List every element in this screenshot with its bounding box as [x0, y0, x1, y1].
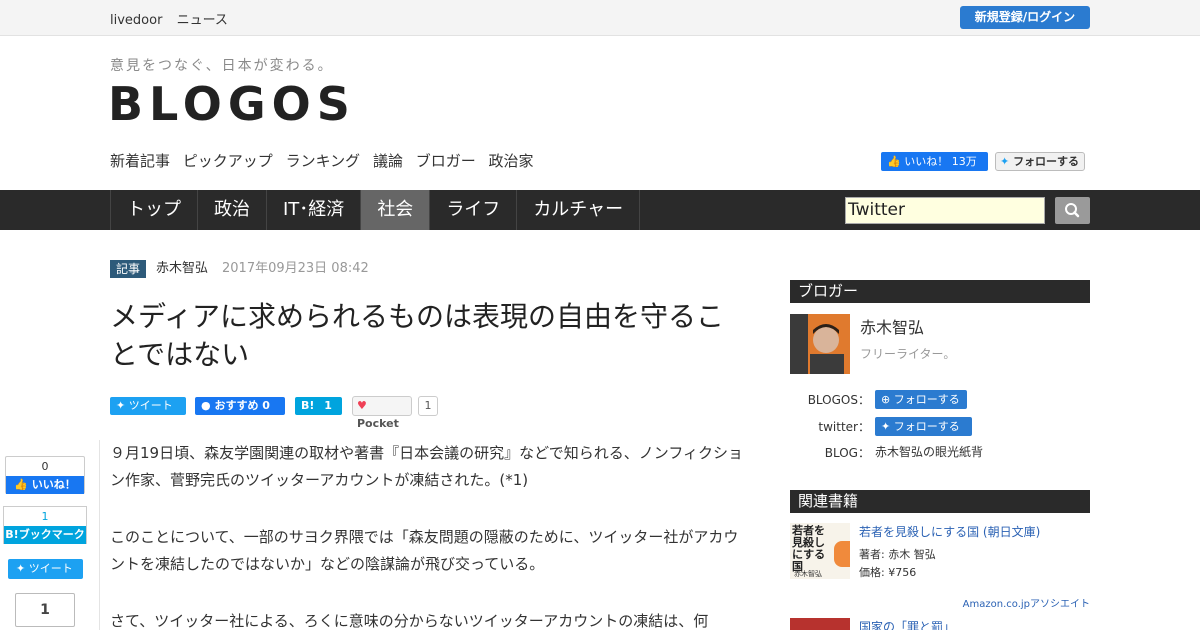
tab-society[interactable]: 社会	[361, 190, 431, 230]
sidebar-blogger-heading: ブロガー	[790, 280, 1090, 303]
fb-like-label: 👍 いいね！	[6, 476, 84, 494]
article-paragraph: このことについて、一部のサヨク界隈では「森友問題の隠蔽のために、ツイッター社がア…	[110, 528, 739, 573]
livedoor-brand[interactable]: livedoor ニュース	[110, 9, 238, 28]
fb-like-count: 0	[41, 460, 49, 473]
article-paragraph: ９月19日頃、森友学園関連の取材や著書『日本会議の研究』などで知られる、ノンフィ…	[110, 444, 744, 489]
top-bar: livedoor ニュース 新規登録/ログイン	[0, 0, 1200, 36]
blog-link[interactable]: 赤木智弘の眼光紙背	[875, 443, 983, 460]
search-icon	[1065, 203, 1080, 218]
tab-it-economy[interactable]: IT･経済	[267, 190, 362, 230]
facebook-like-button[interactable]: 👍 いいね！ 13万	[881, 152, 988, 171]
share-pocket-label: Pocket	[357, 417, 399, 430]
share-tweet-label: ツイート	[128, 399, 173, 412]
floating-tweet-button[interactable]: ✦ ツイート	[8, 559, 83, 579]
hatena-icon: B!	[5, 528, 19, 541]
subnav-item-debate[interactable]: 議論	[373, 152, 403, 170]
book-cover-title: 若者を見殺しにする国	[792, 524, 826, 573]
book-title-link[interactable]: 国家の「罪と罰」	[859, 618, 955, 630]
subnav-item-ranking[interactable]: ランキング	[286, 152, 361, 170]
twitter-bird-icon: ✦	[116, 399, 126, 412]
share-hatena-button[interactable]: B! 1	[295, 397, 342, 415]
blogger-description: フリーライター。	[860, 347, 956, 361]
floating-hatena-bookmark[interactable]: 1 B!ブックマーク	[3, 506, 87, 544]
share-fb-label: おすすめ 0	[214, 399, 270, 412]
search-input[interactable]: Twitter	[845, 197, 1045, 224]
twitter-follow-label: フォローする	[893, 420, 960, 433]
brand-section: ニュース	[176, 13, 228, 28]
site-tagline: 意見をつなぐ、日本が変わる。	[110, 58, 334, 74]
content-divider	[99, 440, 100, 630]
blogger-name[interactable]: 赤木智弘	[860, 314, 924, 338]
category-badge[interactable]: 記事	[110, 260, 147, 278]
share-pocket-button[interactable]: ♥ Pocket	[352, 396, 412, 430]
amazon-associate-link[interactable]: Amazon.co.jpアソシエイト	[930, 595, 1090, 610]
book-cover-decoration	[834, 541, 850, 567]
article-date: 2017年09月23日 08:42	[222, 261, 369, 276]
thumbs-up-icon: 👍	[14, 478, 28, 491]
subnav-item-politician[interactable]: 政治家	[489, 152, 534, 170]
tab-life[interactable]: ライフ	[430, 190, 518, 230]
blog-label: BLOG：	[824, 446, 870, 460]
floating-pocket-count[interactable]: 1	[15, 593, 75, 627]
tab-politics[interactable]: 政治	[198, 190, 267, 230]
plus-circle-icon: ⊕	[881, 393, 891, 406]
site-logo[interactable]: BLOGOS	[108, 76, 356, 132]
search-button[interactable]	[1055, 197, 1090, 224]
book-author: 著者: 赤木 智弘	[859, 548, 936, 561]
pocket-count: 1	[418, 396, 438, 416]
article-author[interactable]: 赤木智弘	[156, 260, 208, 278]
subnav-item-new[interactable]: 新着記事	[110, 152, 170, 170]
avatar-image	[790, 314, 850, 374]
share-facebook-button[interactable]: ● おすすめ 0	[195, 397, 285, 415]
share-tweet-button[interactable]: ✦ ツイート	[110, 397, 186, 415]
fb-like-label: いいね！ 13万	[904, 155, 977, 168]
hatena-label: B!ブックマーク	[4, 526, 86, 544]
tab-top[interactable]: トップ	[110, 190, 198, 230]
twitter-bird-icon: ✦	[881, 420, 891, 433]
twitter-bird-icon: ✦	[1000, 155, 1010, 168]
twitter-follow-button[interactable]: ✦ フォローする	[995, 152, 1085, 171]
sub-navigation: 新着記事 ピックアップ ランキング 議論 ブロガー 政治家	[110, 150, 542, 171]
login-button[interactable]: 新規登録/ログイン	[960, 6, 1090, 29]
brand-name: livedoor	[110, 13, 163, 28]
book-cover[interactable]	[790, 618, 850, 630]
pocket-icon: ♥	[357, 399, 367, 412]
book-title-link[interactable]: 若者を見殺しにする国 (朝日文庫)	[859, 523, 1040, 540]
blogos-label: BLOGOS：	[807, 393, 870, 407]
fb-like-text: いいね！	[31, 478, 76, 491]
hatena-text: ブックマーク	[18, 528, 85, 541]
article-paragraph: さて、ツイッター社による、ろくに意味の分からないツイッターアカウントの凍結は、何	[110, 612, 709, 630]
subnav-item-pickup[interactable]: ピックアップ	[183, 152, 273, 170]
twitter-follow-sidebar-button[interactable]: ✦ フォローする	[875, 417, 972, 436]
thumbs-up-icon: 👍	[887, 155, 901, 168]
article-title: メディアに求められるものは表現の自由を守ることではない	[110, 300, 725, 371]
tab-culture[interactable]: カルチャー	[517, 190, 641, 230]
tw-follow-label: フォローする	[1013, 155, 1080, 168]
book-price: 価格: ¥756	[859, 566, 917, 579]
subnav-item-blogger[interactable]: ブロガー	[416, 152, 476, 170]
book-cover[interactable]: 若者を見殺しにする国 赤木智弘	[790, 523, 850, 579]
hatena-count: 1	[41, 510, 49, 523]
book-cover-author: 赤木智弘	[794, 570, 822, 578]
blogos-follow-label: フォローする	[893, 393, 960, 406]
twitter-bird-icon: ✦	[16, 562, 26, 575]
hatena-icon: B!	[301, 399, 315, 412]
facebook-icon: ●	[201, 399, 211, 412]
floating-tweet-label: ツイート	[28, 562, 73, 575]
twitter-label: twitter：	[818, 420, 870, 434]
share-hatena-count: 1	[324, 399, 332, 412]
blogger-avatar[interactable]	[790, 314, 850, 374]
sidebar-books-heading: 関連書籍	[790, 490, 1090, 513]
blogos-follow-button[interactable]: ⊕ フォローする	[875, 390, 967, 409]
floating-facebook-like[interactable]: 0 👍 いいね！	[5, 456, 85, 494]
